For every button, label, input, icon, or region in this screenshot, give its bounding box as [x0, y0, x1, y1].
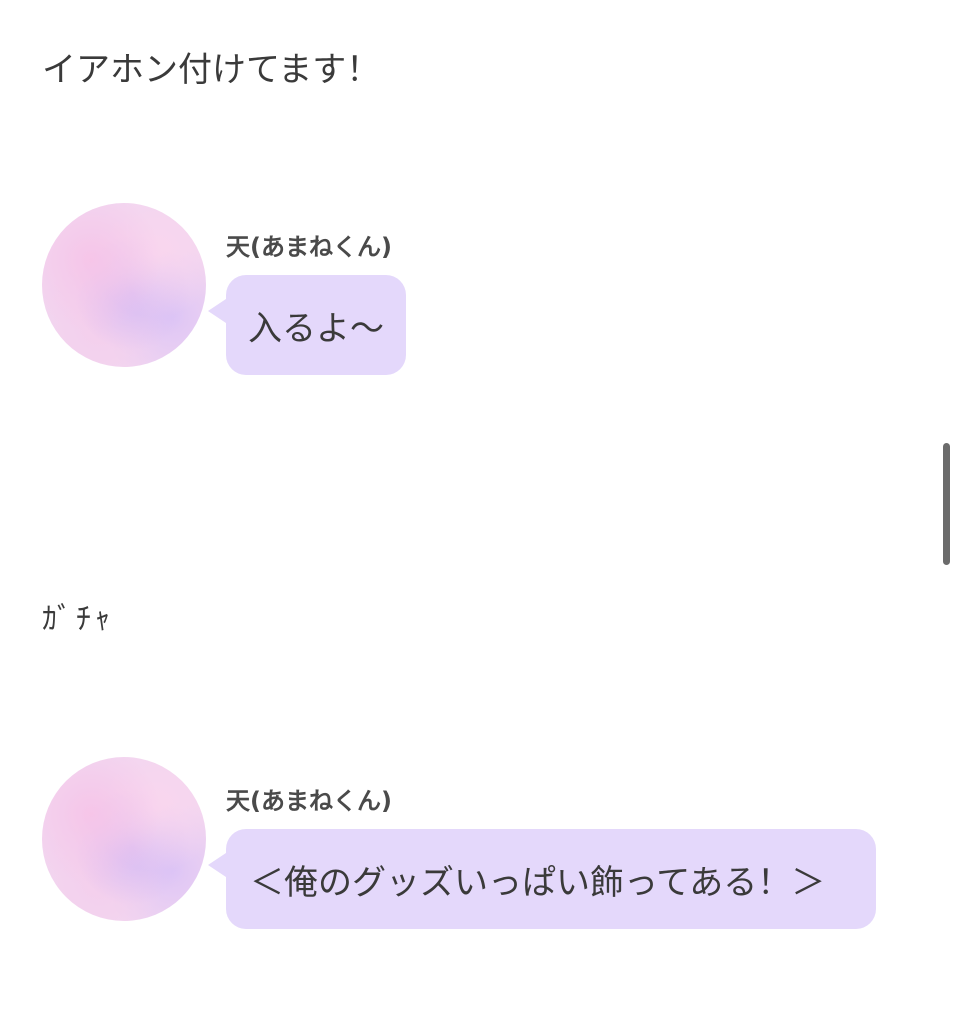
narration-text: ｶﾞﾁｬ	[42, 602, 114, 637]
speech-bubble: 入るよ〜	[208, 275, 406, 375]
avatar[interactable]	[42, 757, 206, 921]
speech-bubble: ＜俺のグッズいっぱい飾ってある！＞	[208, 829, 876, 929]
speaker-name: 天(あまねくん)	[226, 233, 392, 261]
avatar[interactable]	[42, 203, 206, 367]
speaker-name: 天(あまねくん)	[226, 787, 392, 815]
scrollbar[interactable]	[943, 443, 950, 565]
narration-text: イアホン付けてます！	[42, 50, 381, 90]
